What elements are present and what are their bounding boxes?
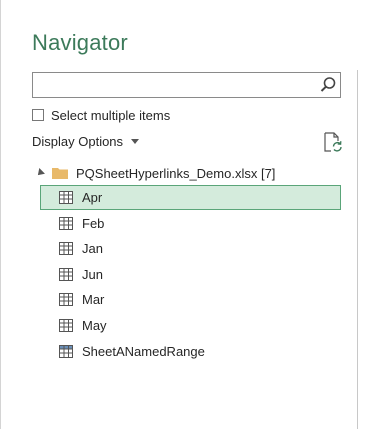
sheet-icon bbox=[59, 293, 73, 307]
search-input[interactable] bbox=[32, 72, 341, 98]
sheet-label: Mar bbox=[82, 292, 105, 308]
sheet-icon bbox=[59, 216, 73, 230]
select-multiple-checkbox[interactable] bbox=[32, 109, 44, 121]
sheet-item-may[interactable]: May bbox=[40, 313, 341, 338]
sheet-item-apr[interactable]: Apr bbox=[40, 185, 341, 210]
sheet-list: Apr Feb Jan Jun Mar May SheetANamedRange bbox=[40, 185, 341, 364]
pane-divider[interactable] bbox=[357, 70, 358, 429]
sheet-item-jun[interactable]: Jun bbox=[40, 262, 341, 287]
named-range-icon bbox=[59, 344, 73, 358]
expand-icon[interactable] bbox=[35, 168, 45, 178]
folder-icon bbox=[52, 168, 68, 179]
sheet-icon bbox=[59, 267, 73, 281]
sheet-label: SheetANamedRange bbox=[82, 343, 205, 359]
sheet-label: Apr bbox=[82, 190, 103, 205]
sheet-icon bbox=[59, 242, 73, 256]
select-multiple-row[interactable]: Select multiple items bbox=[32, 107, 170, 123]
page-title: Navigator bbox=[32, 30, 128, 55]
sheet-item-feb[interactable]: Feb bbox=[40, 211, 341, 236]
sheet-label: May bbox=[82, 317, 107, 333]
workbook-node[interactable]: PQSheetHyperlinks_Demo.xlsx [7] bbox=[35, 163, 276, 183]
display-options-label: Display Options bbox=[32, 134, 124, 149]
sheet-label: Jan bbox=[82, 241, 103, 257]
sheet-item-named-range[interactable]: SheetANamedRange bbox=[40, 339, 341, 364]
select-multiple-label: Select multiple items bbox=[51, 107, 171, 123]
sheet-icon bbox=[59, 191, 73, 204]
search-icon[interactable] bbox=[318, 75, 338, 95]
sheet-label: Feb bbox=[82, 215, 105, 231]
sheet-item-jan[interactable]: Jan bbox=[40, 236, 341, 261]
sheet-item-mar[interactable]: Mar bbox=[40, 287, 341, 312]
refresh-icon[interactable] bbox=[321, 131, 343, 153]
sheet-label: Jun bbox=[82, 266, 103, 282]
chevron-down-icon bbox=[131, 139, 140, 144]
display-options-dropdown[interactable]: Display Options bbox=[32, 134, 140, 149]
workbook-label: PQSheetHyperlinks_Demo.xlsx [7] bbox=[76, 165, 276, 181]
sheet-icon bbox=[59, 318, 73, 332]
